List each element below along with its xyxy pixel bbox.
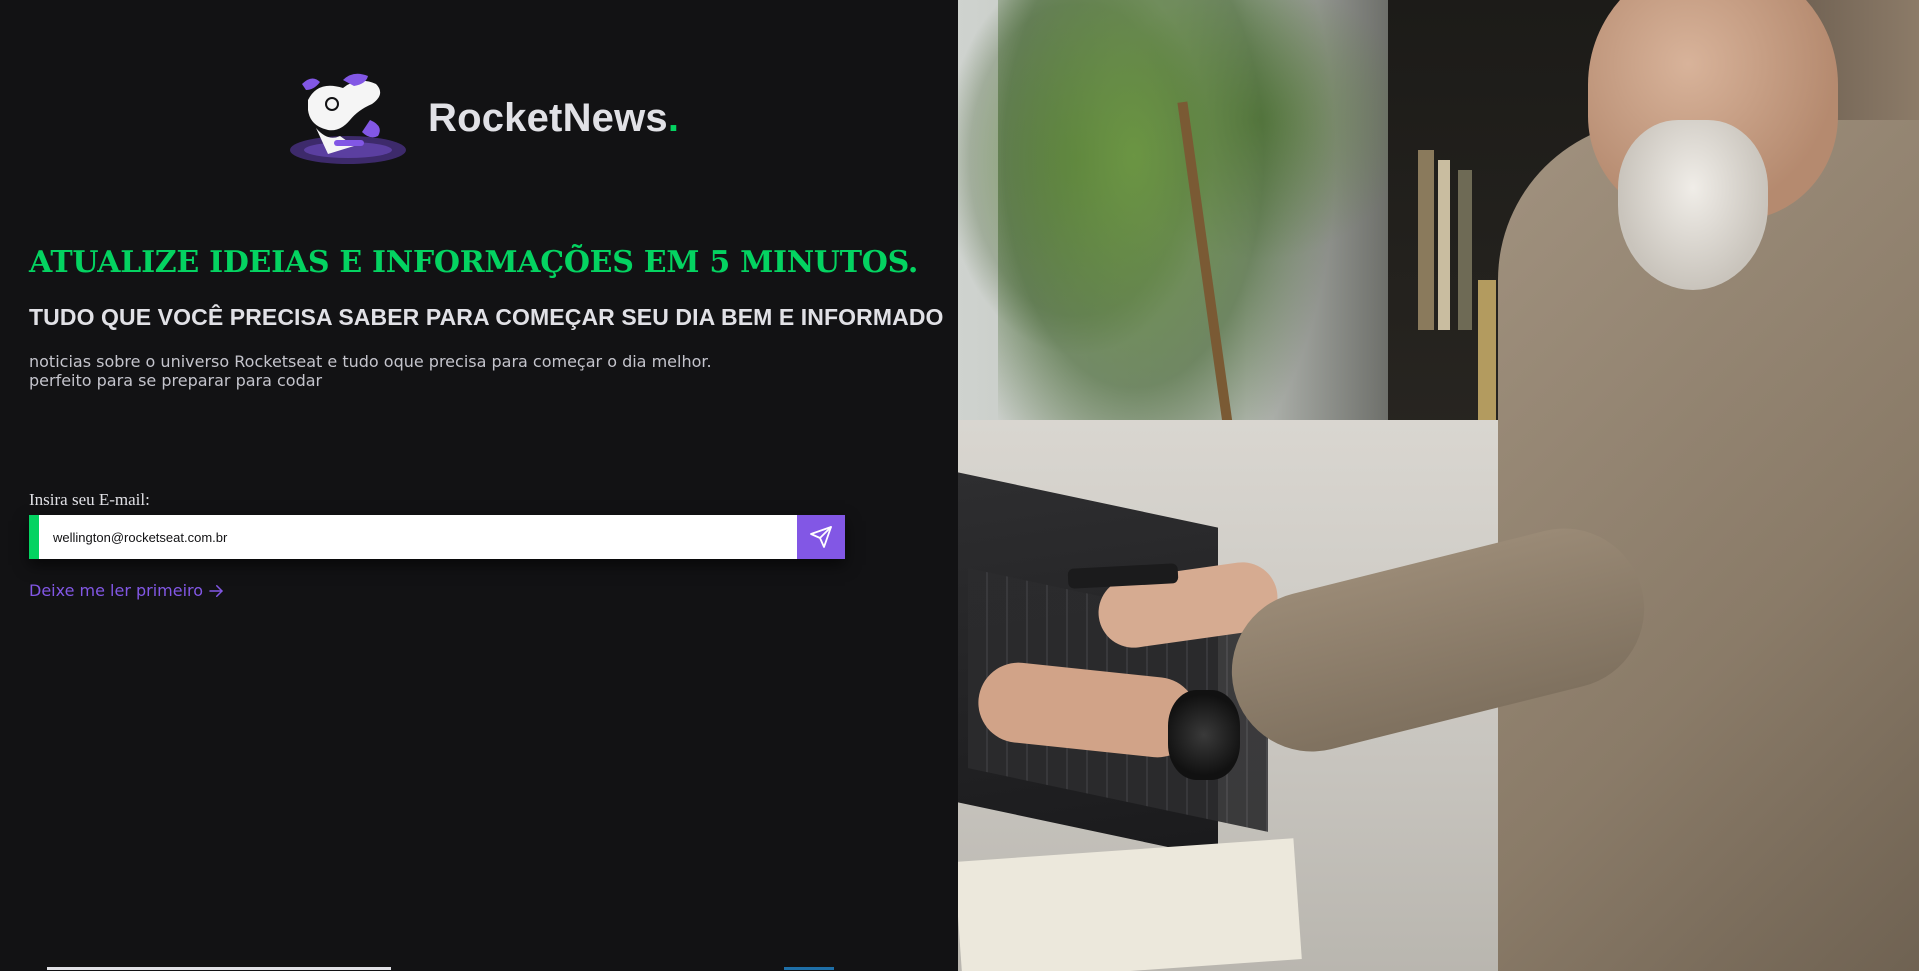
man-beard xyxy=(1618,120,1768,290)
send-icon xyxy=(810,526,832,548)
hero-photo-man-typing-laptop xyxy=(958,0,1919,971)
description-line-2: perfeito para se preparar para codar xyxy=(29,371,323,390)
book xyxy=(1478,280,1496,440)
email-accent-bar xyxy=(29,515,39,559)
read-first-link[interactable]: Deixe me ler primeiro xyxy=(29,581,225,600)
brand-name: RocketNews. xyxy=(428,96,679,141)
brand-text: RocketNews xyxy=(428,96,668,140)
notebook xyxy=(958,838,1302,971)
book xyxy=(1458,170,1472,330)
read-first-label: Deixe me ler primeiro xyxy=(29,581,204,600)
email-label: Insira seu E-mail: xyxy=(29,490,150,509)
email-form xyxy=(29,515,845,559)
hero-description: noticias sobre o universo Rocketseat e t… xyxy=(29,352,712,390)
brand-dot: . xyxy=(667,96,680,140)
wristwatch xyxy=(1168,690,1240,780)
description-line-1: noticias sobre o universo Rocketseat e t… xyxy=(29,352,712,371)
scrollbar-indicator-secondary xyxy=(784,967,834,970)
hero-headline: ATUALIZE IDEIAS E INFORMAÇÕES EM 5 MINUT… xyxy=(29,245,919,280)
arrow-right-icon xyxy=(209,584,223,597)
left-panel: RocketNews. ATUALIZE IDEIAS E INFORMAÇÕE… xyxy=(0,0,958,971)
rocket-mascot-logo xyxy=(288,70,406,170)
email-input[interactable] xyxy=(39,515,797,559)
scrollbar-indicator xyxy=(47,967,391,970)
send-button[interactable] xyxy=(797,515,845,559)
hero-subhead: TUDO QUE VOCÊ PRECISA SABER PARA COMEÇAR… xyxy=(29,304,944,330)
book xyxy=(1438,160,1450,330)
book xyxy=(1418,150,1434,330)
